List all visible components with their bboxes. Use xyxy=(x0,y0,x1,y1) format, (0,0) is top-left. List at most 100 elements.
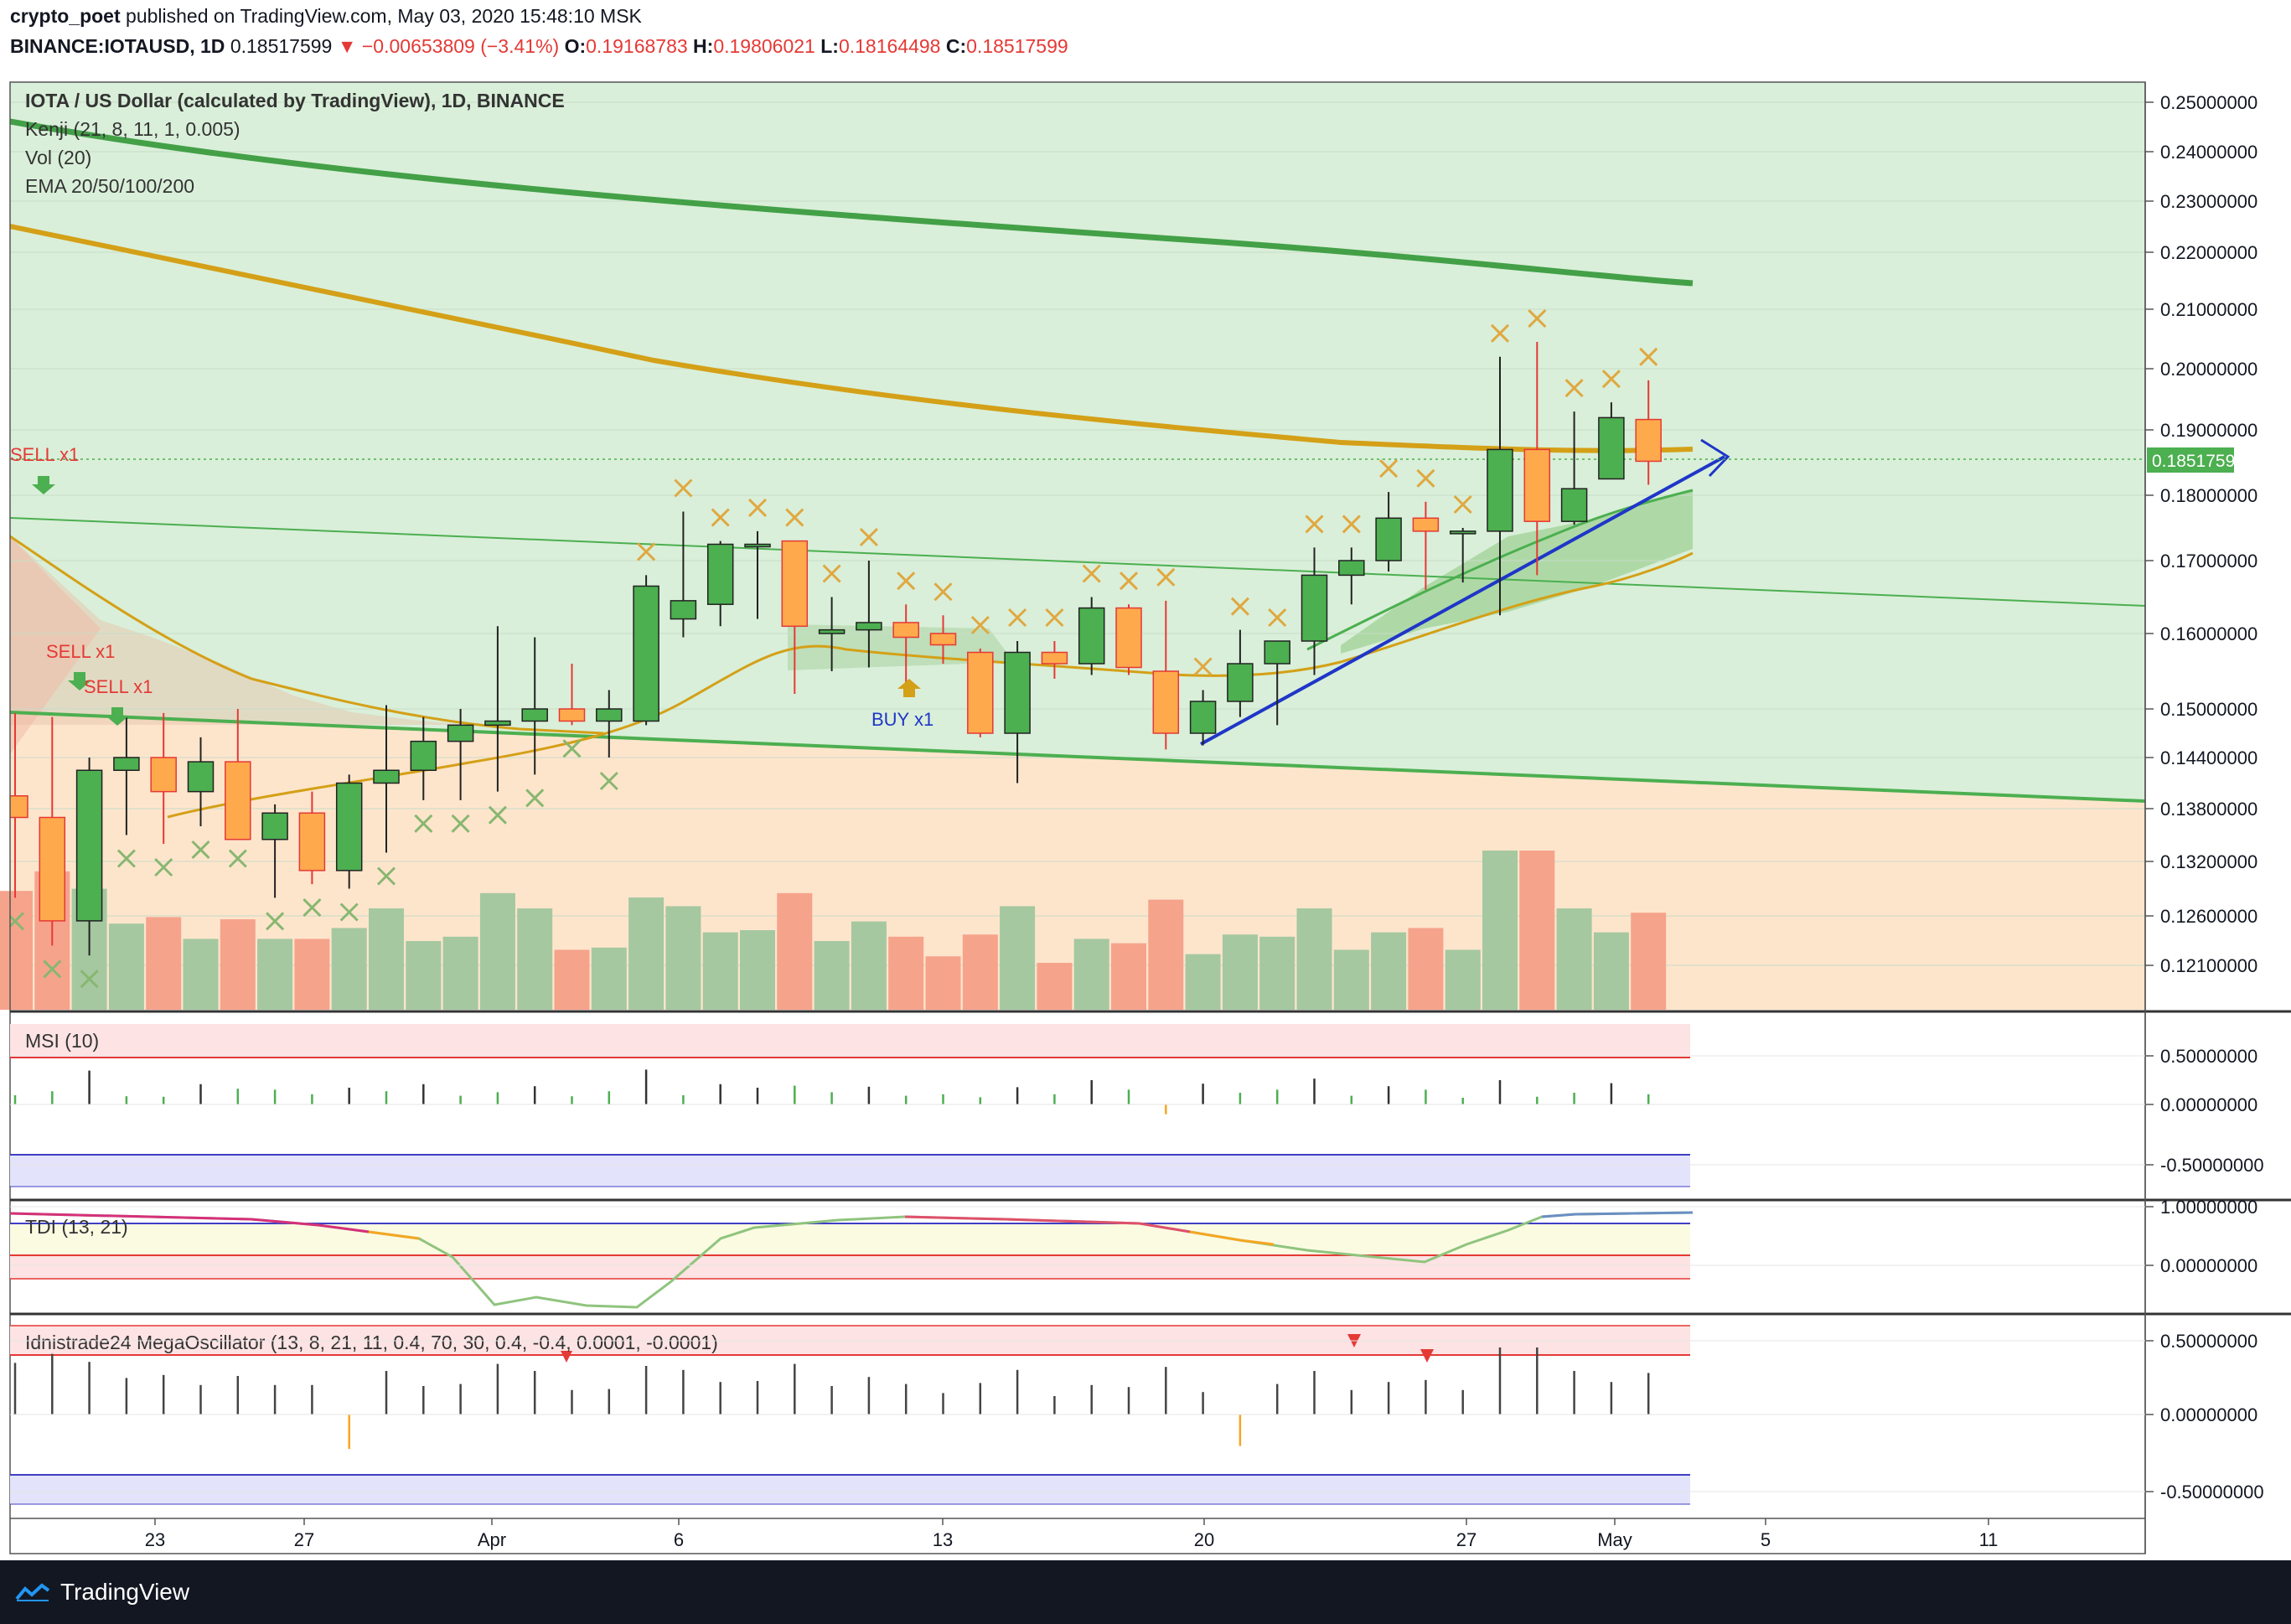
volume-bar xyxy=(479,892,515,1010)
msi-histogram xyxy=(13,1069,1650,1115)
volume-bar xyxy=(0,891,33,1010)
legend-kenji[interactable]: Kenji (21, 8, 11, 1, 0.005) xyxy=(25,118,240,140)
candle-body xyxy=(1041,651,1068,665)
candle-body xyxy=(633,585,659,722)
footer-brand-text: TradingView xyxy=(60,1579,190,1605)
tdi-neutral-zone xyxy=(10,1223,1690,1255)
candle-body xyxy=(1338,560,1365,577)
time-axis-label: 11 xyxy=(1979,1529,1999,1550)
tdi-pane: TDI (13, 21) xyxy=(9,1211,1694,1309)
price-axis-label: 0.19000000 xyxy=(2160,420,2257,441)
candle-body xyxy=(410,740,437,772)
candle-body xyxy=(150,757,177,793)
time-axis-label: May xyxy=(1597,1529,1632,1550)
buy-signal: BUY x1 xyxy=(871,709,933,730)
candle-body xyxy=(1152,670,1180,734)
candle-body xyxy=(558,708,586,722)
candle-body xyxy=(1227,663,1254,702)
volume-bar xyxy=(1445,949,1481,1010)
price-axis-label: 0.23000000 xyxy=(2160,191,2257,212)
candle-body xyxy=(113,757,140,771)
candle-body xyxy=(75,769,103,922)
tradingview-logo[interactable]: TradingView xyxy=(15,1579,189,1606)
tdi-lower-zone xyxy=(10,1255,1690,1279)
volume-bar xyxy=(1037,963,1073,1010)
price-axis-label: 0.24000000 xyxy=(2160,142,2257,163)
chart-title: IOTA / US Dollar (calculated by TradingV… xyxy=(25,90,565,111)
sell-signal-1: SELL x1 xyxy=(10,444,79,465)
mega-label[interactable]: Idnistrade24 MegaOscillator (13, 8, 21, … xyxy=(25,1332,718,1353)
volume-bar xyxy=(183,939,219,1010)
osc-axis-label: 0.00000000 xyxy=(2160,1255,2257,1276)
main-pane-background xyxy=(10,82,2145,1010)
volume-bar xyxy=(1148,899,1184,1010)
volume-bar xyxy=(369,908,404,1010)
last-price-tag-text: 0.18517599 xyxy=(2152,452,2245,471)
volume-bar xyxy=(1333,949,1369,1010)
candle-body xyxy=(298,812,326,871)
candle-body xyxy=(1078,607,1105,665)
sell-signal-2: SELL x1 xyxy=(46,641,115,662)
mega-histogram xyxy=(13,1347,1650,1450)
price-axis-label: 0.13800000 xyxy=(2160,799,2257,820)
volume-bar xyxy=(665,906,701,1010)
legend-ema[interactable]: EMA 20/50/100/200 xyxy=(25,175,194,197)
volume-bar xyxy=(888,936,924,1010)
osc-axis-label: 0.50000000 xyxy=(2160,1331,2257,1352)
candle-body xyxy=(818,628,846,634)
candle-body xyxy=(1115,607,1142,669)
chart-canvas[interactable]: IOTA / US Dollar (calculated by TradingV… xyxy=(0,0,2291,1560)
volume-bar xyxy=(220,919,256,1010)
price-axis-label: 0.18000000 xyxy=(2160,485,2257,506)
volume-bar xyxy=(554,949,590,1010)
volume-bar xyxy=(1222,934,1258,1010)
msi-pane: MSI (10) xyxy=(10,1024,1690,1187)
volume-bar xyxy=(1259,936,1295,1010)
tdi-label[interactable]: TDI (13, 21) xyxy=(25,1216,128,1238)
time-axis-label: 27 xyxy=(294,1529,314,1550)
price-axis-label: 0.22000000 xyxy=(2160,242,2257,263)
volume-bar xyxy=(406,941,442,1010)
volume-bar xyxy=(702,932,738,1010)
time-axis-label: 6 xyxy=(674,1529,684,1550)
candle-body xyxy=(10,795,28,819)
volume-bar xyxy=(591,947,627,1010)
msi-label[interactable]: MSI (10) xyxy=(25,1030,99,1052)
volume-bar xyxy=(962,934,998,1010)
tradingview-icon xyxy=(15,1583,50,1601)
osc-axis-label: 0.50000000 xyxy=(2160,1046,2257,1067)
candle-body xyxy=(484,720,511,727)
volume-bar xyxy=(1556,908,1592,1010)
volume-bar xyxy=(257,939,293,1010)
price-axis-label: 0.17000000 xyxy=(2160,551,2257,572)
candle-body xyxy=(1412,517,1440,532)
sell-signal-3: SELL x1 xyxy=(84,676,153,697)
price-axis-label: 0.13200000 xyxy=(2160,851,2257,872)
legend-volume[interactable]: Vol (20) xyxy=(25,147,91,168)
candle-body xyxy=(706,543,734,605)
volume-bar xyxy=(851,921,887,1010)
volume-bar xyxy=(628,897,665,1010)
price-axis[interactable]: 0.25000000 0.24000000 0.23000000 0.22000000… xyxy=(2145,92,2257,976)
osc-axis-label: 0.00000000 xyxy=(2160,1094,2257,1115)
candle-body xyxy=(373,769,400,784)
candle-body xyxy=(187,761,215,793)
candle-body xyxy=(39,816,66,922)
candle-body xyxy=(1189,701,1217,734)
time-axis[interactable]: 23 27 Apr 6 13 20 27 May 5 11 xyxy=(145,1518,1999,1550)
volume-bar xyxy=(1000,906,1036,1010)
time-axis-label: 23 xyxy=(145,1529,165,1550)
volume-bar xyxy=(331,928,367,1010)
footer-bar: TradingView xyxy=(0,1560,2291,1624)
volume-bar xyxy=(814,941,850,1010)
price-axis-label: 0.12100000 xyxy=(2160,955,2257,976)
msi-oversold-zone xyxy=(10,1155,1690,1187)
volume-bar xyxy=(1593,932,1629,1010)
osc-axis-label: -0.50000000 xyxy=(2160,1155,2264,1176)
candle-body xyxy=(744,543,771,548)
candle-body xyxy=(1523,448,1551,522)
osc-axis-label: 0.00000000 xyxy=(2160,1404,2257,1425)
volume-bar xyxy=(1185,954,1221,1010)
candle-body xyxy=(1598,416,1625,480)
volume-bar xyxy=(1408,928,1444,1010)
